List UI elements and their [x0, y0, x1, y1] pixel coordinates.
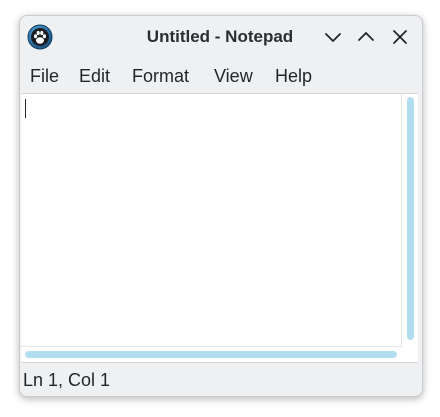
chevron-up-icon	[355, 26, 377, 48]
paw-icon[interactable]	[27, 24, 53, 50]
text-caret	[25, 99, 26, 118]
menu-help[interactable]: Help	[275, 65, 312, 87]
notepad-window: Untitled - Notepad File Edit Format View…	[19, 15, 423, 397]
menu-bar: File Edit Format View Help	[20, 60, 422, 92]
cursor-position: Ln 1, Col 1	[23, 370, 111, 390]
title-bar[interactable]: Untitled - Notepad	[20, 16, 422, 58]
menu-format[interactable]: Format	[132, 65, 189, 87]
vertical-scroll-thumb[interactable]	[407, 97, 414, 340]
menu-file[interactable]: File	[30, 65, 59, 87]
status-bar: Ln 1, Col 1	[20, 363, 422, 395]
editor-pane	[21, 93, 418, 363]
menu-view[interactable]: View	[214, 65, 253, 87]
chevron-down-icon	[322, 26, 344, 48]
maximize-button[interactable]	[355, 26, 377, 48]
close-button[interactable]	[389, 26, 411, 48]
window-title: Untitled - Notepad	[146, 27, 294, 46]
vertical-scrollbar[interactable]	[403, 94, 418, 346]
text-editor[interactable]	[21, 94, 402, 347]
minimize-button[interactable]	[322, 26, 344, 48]
close-icon	[389, 26, 411, 48]
menu-edit[interactable]: Edit	[79, 65, 110, 87]
horizontal-scrollbar[interactable]	[21, 347, 401, 361]
horizontal-scroll-thumb[interactable]	[25, 351, 397, 358]
